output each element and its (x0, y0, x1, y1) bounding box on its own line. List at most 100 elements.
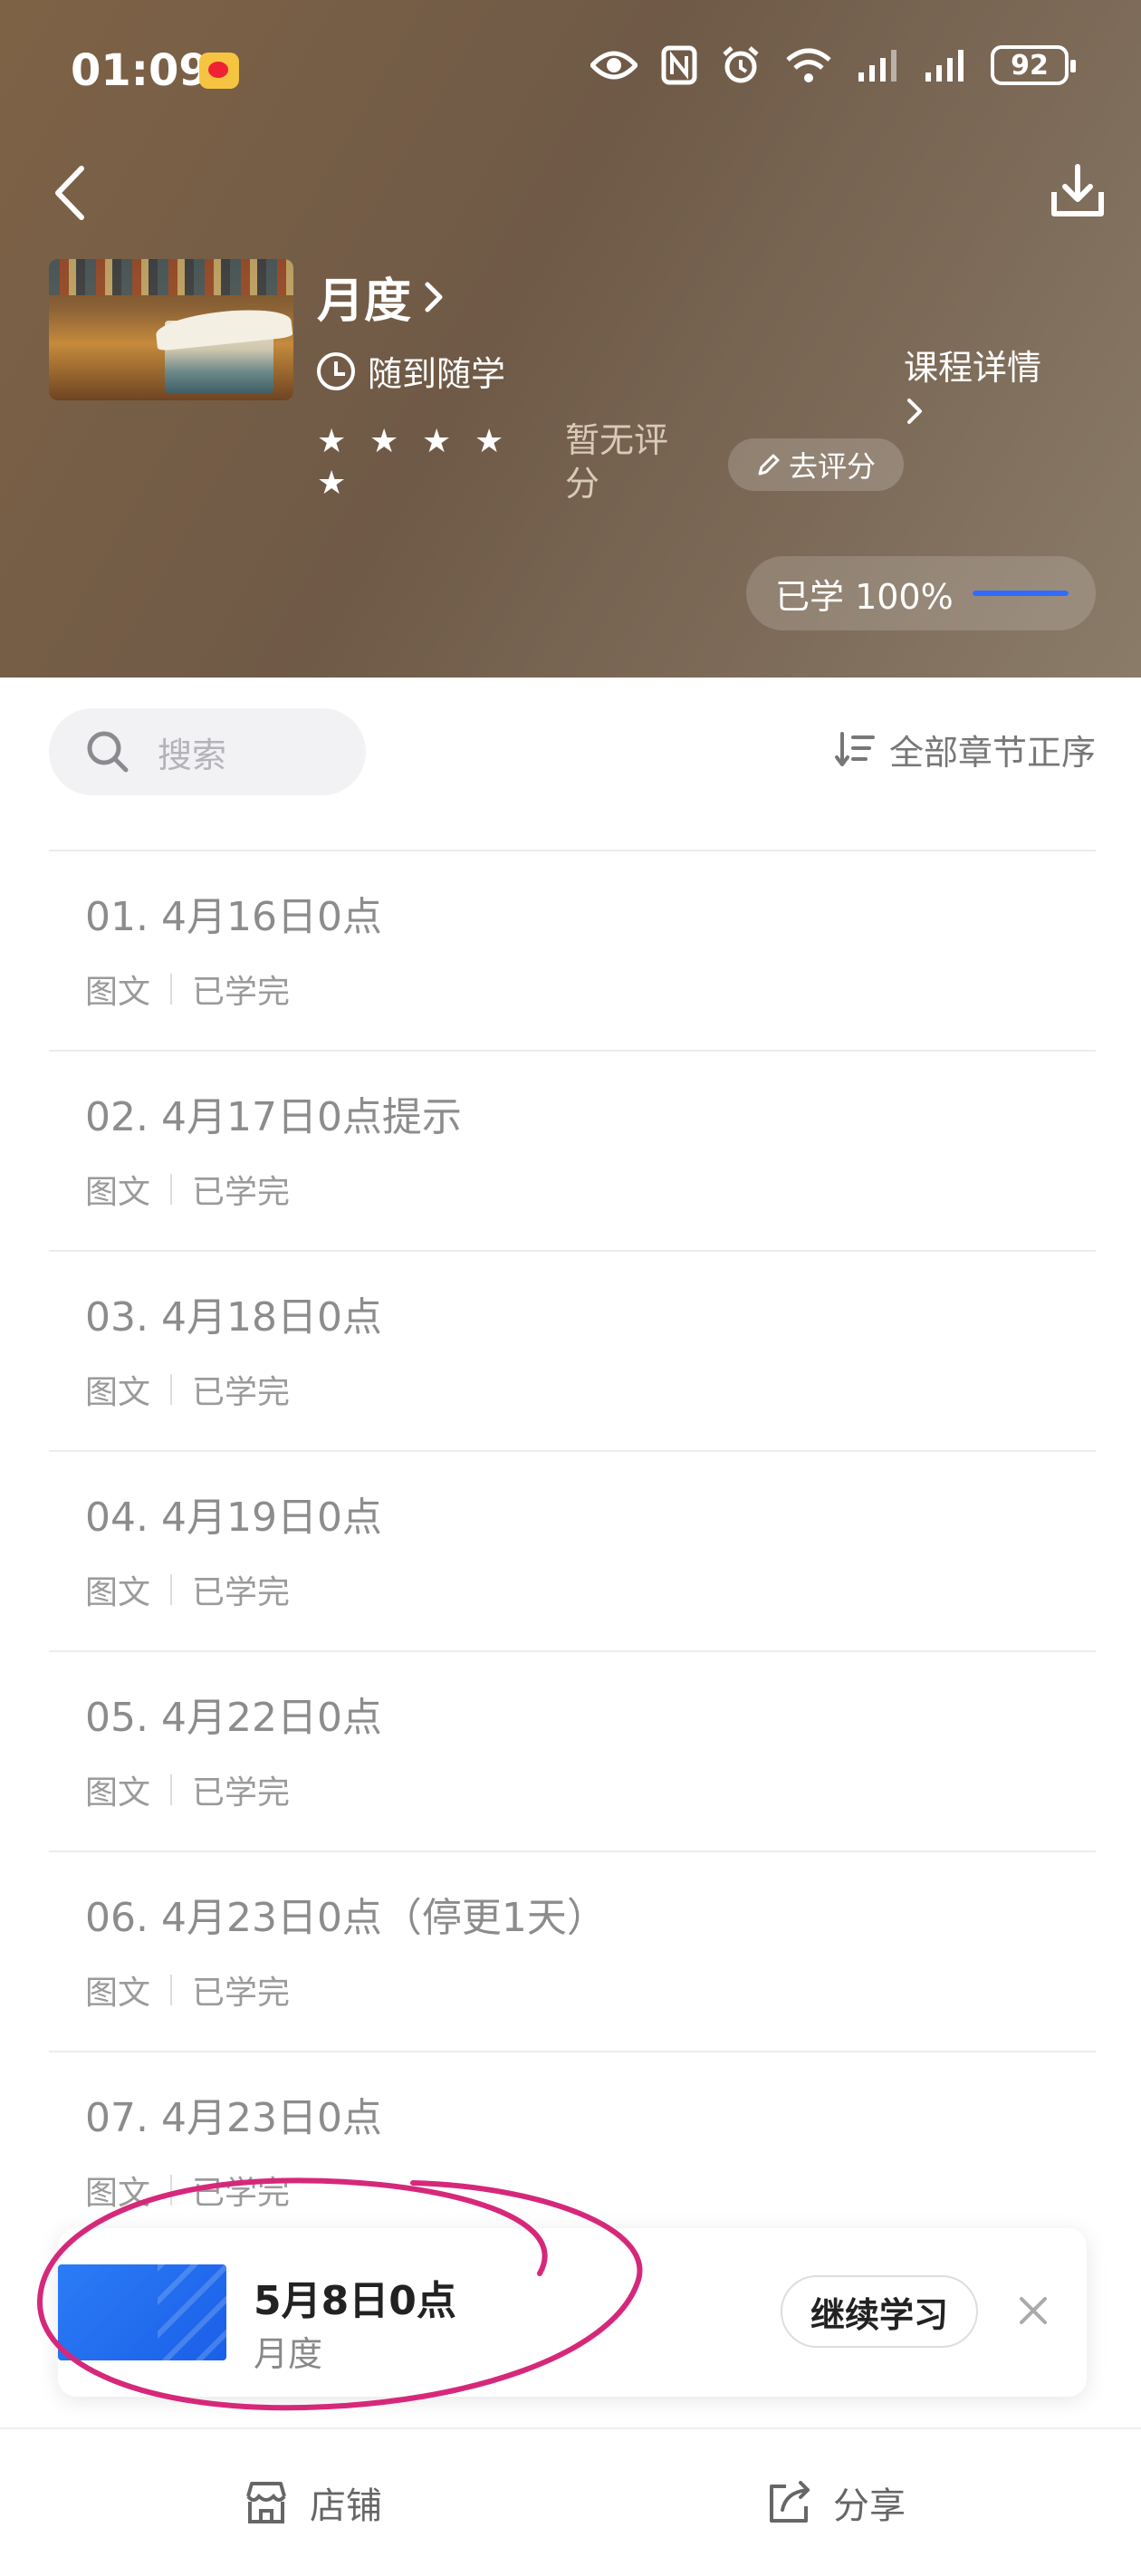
continue-thumbnail (58, 2264, 226, 2360)
close-button[interactable] (1011, 2288, 1056, 2333)
status-icons: 92 (590, 45, 1076, 85)
chapter-list: 01. 4月16日0点 图文 已学完 02. 4月17日0点提示 图文 已学完 03. 4月… (49, 850, 1096, 2251)
chapter-meta: 图文 已学完 (85, 1966, 290, 2014)
chapter-meta: 图文 已学完 (85, 1166, 290, 1213)
sort-order-button[interactable]: 全部章节正序 (833, 725, 1096, 774)
chapter-title: 06. 4月23日0点（停更1天） (85, 1895, 607, 1941)
continue-subtitle: 月度 (254, 2334, 323, 2374)
search-input[interactable]: 搜索 (49, 708, 366, 795)
chapter-item[interactable]: 01. 4月16日0点 图文 已学完 (49, 850, 1096, 1050)
study-mode: 随到随学 (317, 346, 505, 396)
signal-icon-2 (925, 50, 964, 82)
search-icon (87, 731, 129, 773)
meta-divider (170, 1374, 173, 1405)
shop-button[interactable]: 店铺 (243, 2476, 382, 2529)
continue-learning-button[interactable]: 继续学习 (781, 2275, 978, 2348)
wifi-icon (786, 48, 831, 82)
chapter-item[interactable]: 05. 4月22日0点图文 已学完 (49, 1650, 1096, 1850)
course-title-link[interactable]: 月度 (317, 263, 446, 331)
star-icon: ★ (369, 423, 399, 460)
course-detail-link[interactable]: 课程详情 (904, 344, 1067, 438)
course-detail-label: 课程详情 (904, 348, 1042, 388)
chapter-meta: 图文 已学完 (85, 966, 290, 1013)
meta-divider (170, 2175, 173, 2206)
rate-button[interactable]: 去评分 (728, 438, 904, 491)
star-icon: ★ (317, 423, 347, 460)
chapter-item[interactable]: 07. 4月23日0点图文 已学完 (49, 2051, 1096, 2251)
chapter-title: 02. 4月17日0点提示 (85, 1094, 462, 1140)
rating-text: 暂无评分 (565, 420, 669, 504)
battery-icon: 92 (991, 45, 1076, 85)
close-icon (1020, 2297, 1047, 2324)
chapter-meta: 图文 已学完 (85, 1566, 290, 1613)
share-button[interactable]: 分享 (766, 2476, 906, 2529)
meta-divider (170, 1574, 173, 1605)
meta-divider (170, 1774, 173, 1805)
download-button[interactable] (1049, 161, 1107, 221)
download-icon (1051, 164, 1104, 216)
progress-bar-fill (973, 591, 1069, 596)
chapter-meta: 图文 已学完 (85, 1766, 290, 1813)
chapter-item[interactable]: 03. 4月18日0点图文 已学完 (49, 1250, 1096, 1450)
chevron-left-icon (55, 166, 84, 220)
chapter-title: 07. 4月23日0点 (85, 2095, 382, 2141)
chapter-status: 已学完 (192, 1774, 291, 1812)
weibo-icon (199, 53, 239, 89)
shop-label: 店铺 (310, 2485, 382, 2527)
search-placeholder: 搜索 (158, 735, 227, 775)
sort-icon (834, 731, 875, 766)
shop-icon (246, 2482, 286, 2523)
eye-icon (590, 51, 638, 80)
chapter-status: 已学完 (192, 2175, 291, 2212)
continue-title: 5月8日0点 (254, 2278, 456, 2324)
chapter-status: 已学完 (192, 1374, 291, 1411)
share-icon (770, 2481, 810, 2523)
status-time: 01:09 (71, 45, 209, 96)
chapter-title: 03. 4月18日0点 (85, 1294, 382, 1341)
star-icon: ★ (422, 423, 452, 460)
chapter-type: 图文 (85, 1774, 151, 1812)
chapter-status: 已学完 (192, 1975, 291, 2012)
chapter-item[interactable]: 02. 4月17日0点提示图文 已学完 (49, 1050, 1096, 1250)
chapter-status: 已学完 (192, 974, 291, 1011)
meta-divider (170, 1975, 173, 2005)
chevron-right-icon (907, 399, 922, 424)
chapter-type: 图文 (85, 1174, 151, 1211)
course-cover-image[interactable] (49, 259, 293, 400)
progress-bar (973, 591, 1069, 596)
chapter-title: 05. 4月22日0点 (85, 1695, 382, 1741)
study-mode-label: 随到随学 (368, 354, 506, 394)
back-button[interactable] (45, 161, 100, 225)
clock-icon (317, 351, 355, 390)
meta-divider (170, 1174, 173, 1205)
chapter-meta: 图文 已学完 (85, 1366, 290, 1413)
chapter-item[interactable]: 06. 4月23日0点（停更1天） 图文 已学完 (49, 1850, 1096, 2051)
alarm-icon (723, 46, 759, 83)
pencil-icon (758, 454, 780, 476)
share-label: 分享 (833, 2485, 906, 2527)
rating-stars: ★ ★ ★ ★ ★ (317, 426, 525, 500)
course-header: 01:09 92 月度 随到随学 ★ ★ ★ ★ ★ 暂无评分 去评分 课程详情… (0, 0, 1141, 678)
star-icon: ★ (317, 465, 347, 502)
chevron-right-icon (425, 282, 443, 312)
chapter-type: 图文 (85, 1975, 151, 2012)
continue-learning-card[interactable]: 5月8日0点 月度 继续学习 (58, 2228, 1087, 2397)
progress-label: 已学 100% (775, 576, 954, 617)
cover-bookshelf (49, 259, 293, 295)
chapter-status: 已学完 (192, 1574, 291, 1611)
chapter-type: 图文 (85, 2175, 151, 2212)
rate-button-label: 去评分 (788, 449, 876, 484)
chapter-item[interactable]: 04. 4月19日0点图文 已学完 (49, 1450, 1096, 1650)
chapter-meta: 图文 已学完 (85, 2167, 290, 2214)
study-progress: 已学 100% (746, 556, 1096, 630)
chapter-type: 图文 (85, 1374, 151, 1411)
battery-level: 92 (1011, 49, 1049, 82)
status-bar: 01:09 92 (0, 0, 1141, 145)
chapter-title: 04. 4月19日0点 (85, 1495, 382, 1541)
chapter-status: 已学完 (192, 1174, 291, 1211)
course-title: 月度 (317, 274, 412, 329)
chapter-type: 图文 (85, 1574, 151, 1611)
sort-label: 全部章节正序 (888, 733, 1096, 773)
chapter-type: 图文 (85, 974, 151, 1011)
signal-icon (858, 50, 896, 82)
